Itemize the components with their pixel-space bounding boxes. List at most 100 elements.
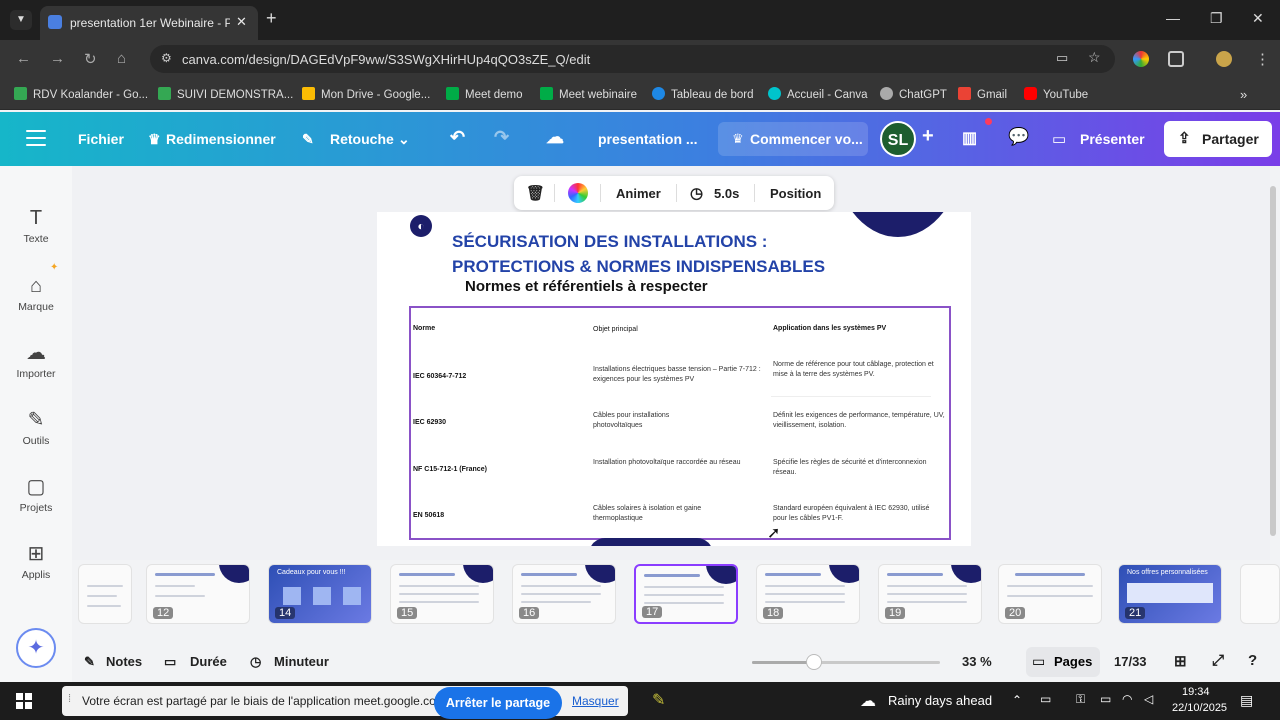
close-tab-icon[interactable]: ✕ <box>236 14 247 30</box>
close-window-icon[interactable]: ✕ <box>1252 10 1264 27</box>
profile-icon[interactable] <box>1216 51 1232 67</box>
slide-subtitle[interactable]: Normes et référentiels à respecter <box>465 278 708 295</box>
zoom-slider[interactable] <box>752 661 940 664</box>
notes-button[interactable]: Notes <box>106 654 142 669</box>
timer-button[interactable]: Minuteur <box>274 654 329 669</box>
resize-button[interactable]: Redimensionner <box>166 131 276 147</box>
slide-title-line1[interactable]: SÉCURISATION DES INSTALLATIONS : <box>452 232 767 252</box>
slide-page[interactable]: ◐ SÉCURISATION DES INSTALLATIONS : PROTE… <box>377 212 971 546</box>
present-button[interactable]: ▭ Présenter <box>1040 122 1156 156</box>
volume-icon[interactable]: ◁ <box>1144 692 1153 706</box>
grid-view-icon[interactable]: ⊞ <box>1174 652 1187 670</box>
home-icon[interactable]: ⌂ <box>117 50 126 67</box>
hide-link[interactable]: Masquer <box>572 694 619 708</box>
hamburger-menu-icon[interactable] <box>26 130 46 146</box>
clock-date[interactable]: 22/10/2025 <box>1172 702 1227 714</box>
bookmark-item[interactable]: ChatGPT <box>880 87 947 101</box>
more-bookmarks-icon[interactable]: » <box>1240 87 1247 102</box>
vertical-scrollbar[interactable] <box>1270 186 1276 536</box>
page-thumbnail[interactable] <box>1240 564 1280 624</box>
bookmark-item[interactable]: Gmail <box>958 87 1007 101</box>
page-thumbnail[interactable]: 20 <box>998 564 1102 624</box>
page-thumbnail-selected[interactable]: 17 <box>634 564 738 624</box>
weather-text[interactable]: Rainy days ahead <box>888 693 992 708</box>
color-picker-icon[interactable] <box>568 183 588 203</box>
pages-button[interactable]: ▭ Pages <box>1026 647 1100 677</box>
bookmark-item[interactable]: Meet demo <box>446 87 523 101</box>
undo-icon[interactable]: ↶ <box>450 127 465 148</box>
back-icon[interactable]: ← <box>16 50 31 67</box>
sidebar-item-projets[interactable]: ▢ Projets <box>0 475 72 514</box>
bookmark-item[interactable]: RDV Koalander - Go... <box>14 87 148 101</box>
site-info-icon[interactable]: ⚙ <box>161 51 172 65</box>
page-thumbnail[interactable]: 12 <box>146 564 250 624</box>
page-thumbnail[interactable]: 16 <box>512 564 616 624</box>
comment-icon[interactable]: 💬 <box>1008 127 1029 147</box>
edit-menu-button[interactable]: Retouche <box>330 131 394 147</box>
minimize-icon[interactable]: — <box>1166 10 1180 26</box>
bookmark-item[interactable]: Accueil - Canva <box>768 87 868 101</box>
more-menu-icon[interactable]: ⋮ <box>1255 50 1270 68</box>
reload-icon[interactable]: ↻ <box>84 50 97 68</box>
browser-tab[interactable]: presentation 1er Webinaire - P ✕ <box>40 6 258 40</box>
network-icon[interactable]: ⚿ <box>1076 692 1085 707</box>
slide-title-line2[interactable]: PROTECTIONS & NORMES INDISPENSABLES <box>452 257 825 277</box>
fullscreen-icon[interactable]: ⤢ <box>1212 652 1224 669</box>
trash-icon[interactable]: 🗑 <box>526 184 545 202</box>
sidebar-item-importer[interactable]: ☁ Importer <box>0 341 72 380</box>
page-thumbnail[interactable]: Nos offres personnalisées 21 <box>1118 564 1222 624</box>
bookmark-star-icon[interactable]: ☆ <box>1088 49 1101 66</box>
windows-start-icon[interactable] <box>16 693 32 709</box>
avatar[interactable]: SL <box>880 121 916 157</box>
stop-sharing-button[interactable]: Arrêter le partage <box>434 687 562 719</box>
puzzle-icon[interactable] <box>1168 51 1184 67</box>
forward-icon[interactable]: → <box>50 50 65 67</box>
taskbar-app-icon[interactable]: ✎ <box>652 690 665 710</box>
bookmark-item[interactable]: YouTube <box>1024 87 1088 101</box>
page-thumbnail[interactable]: 19 <box>878 564 982 624</box>
duration-button[interactable]: 5.0s <box>714 186 739 201</box>
clock-time[interactable]: 19:34 <box>1182 686 1210 698</box>
chevron-up-icon[interactable]: ⌃ <box>1012 693 1022 707</box>
position-button[interactable]: Position <box>770 186 821 201</box>
animate-button[interactable]: Animer <box>616 186 661 201</box>
restore-icon[interactable]: ❐ <box>1210 10 1223 27</box>
page-thumbnail[interactable]: Cadeaux pour vous !!! 14 <box>268 564 372 624</box>
bookmark-item[interactable]: SUIVI DEMONSTRA... <box>158 87 293 101</box>
add-collaborator-icon[interactable]: + <box>922 125 934 148</box>
help-icon[interactable]: ? <box>1248 652 1257 669</box>
tab-list-dropdown[interactable]: ▼ <box>10 10 32 30</box>
new-tab-button[interactable]: + <box>266 8 277 29</box>
page-thumbnail[interactable]: 15 <box>390 564 494 624</box>
zoom-level[interactable]: 33 % <box>962 654 992 669</box>
cast-icon[interactable]: ▭ <box>1056 50 1068 66</box>
sidebar-item-marque[interactable]: ⌂ Marque <box>0 274 72 313</box>
share-button[interactable]: ⇪ Partager <box>1164 121 1272 157</box>
sidebar-item-applis[interactable]: ⊞ Applis <box>0 542 72 581</box>
document-title[interactable]: presentation ... <box>598 131 698 147</box>
cloud-save-icon[interactable]: ☁ <box>546 127 564 148</box>
bookmark-item[interactable]: Tableau de bord <box>652 87 753 101</box>
bookmark-item[interactable]: Mon Drive - Google... <box>302 87 430 101</box>
bookmark-item[interactable]: Meet webinaire <box>540 87 637 101</box>
extension-icon[interactable] <box>1133 51 1149 67</box>
duration-footer-button[interactable]: Durée <box>190 654 227 669</box>
file-menu[interactable]: Fichier <box>78 131 124 147</box>
chevron-down-icon[interactable]: ⌄ <box>398 131 410 148</box>
app-tray-icon[interactable]: ▭ <box>1040 692 1051 706</box>
standards-table[interactable]: Norme Objet principal Application dans l… <box>409 306 951 540</box>
magic-assistant-icon[interactable]: ✦ <box>16 628 56 668</box>
url-field[interactable]: ⚙ canva.com/design/DAGEdVpF9ww/S3SWgXHir… <box>150 45 1115 73</box>
redo-icon[interactable]: ↷ <box>494 127 509 148</box>
zoom-slider-handle[interactable] <box>806 654 823 670</box>
notification-icon[interactable]: ▤ <box>1240 692 1253 709</box>
page-thumbnail[interactable] <box>78 564 132 624</box>
start-trial-button[interactable]: ♛ Commencer vo... <box>718 122 868 156</box>
analytics-icon[interactable]: ▥ <box>962 128 977 148</box>
sidebar-item-outils[interactable]: ✎ Outils <box>0 408 72 447</box>
page-thumbnail[interactable]: 18 <box>756 564 860 624</box>
battery-icon[interactable]: ▭ <box>1100 692 1111 706</box>
sidebar-item-texte[interactable]: T Texte <box>0 206 72 245</box>
drag-handle-icon[interactable]: ⁞ <box>68 693 71 705</box>
wifi-icon[interactable]: ◠ <box>1122 692 1132 706</box>
